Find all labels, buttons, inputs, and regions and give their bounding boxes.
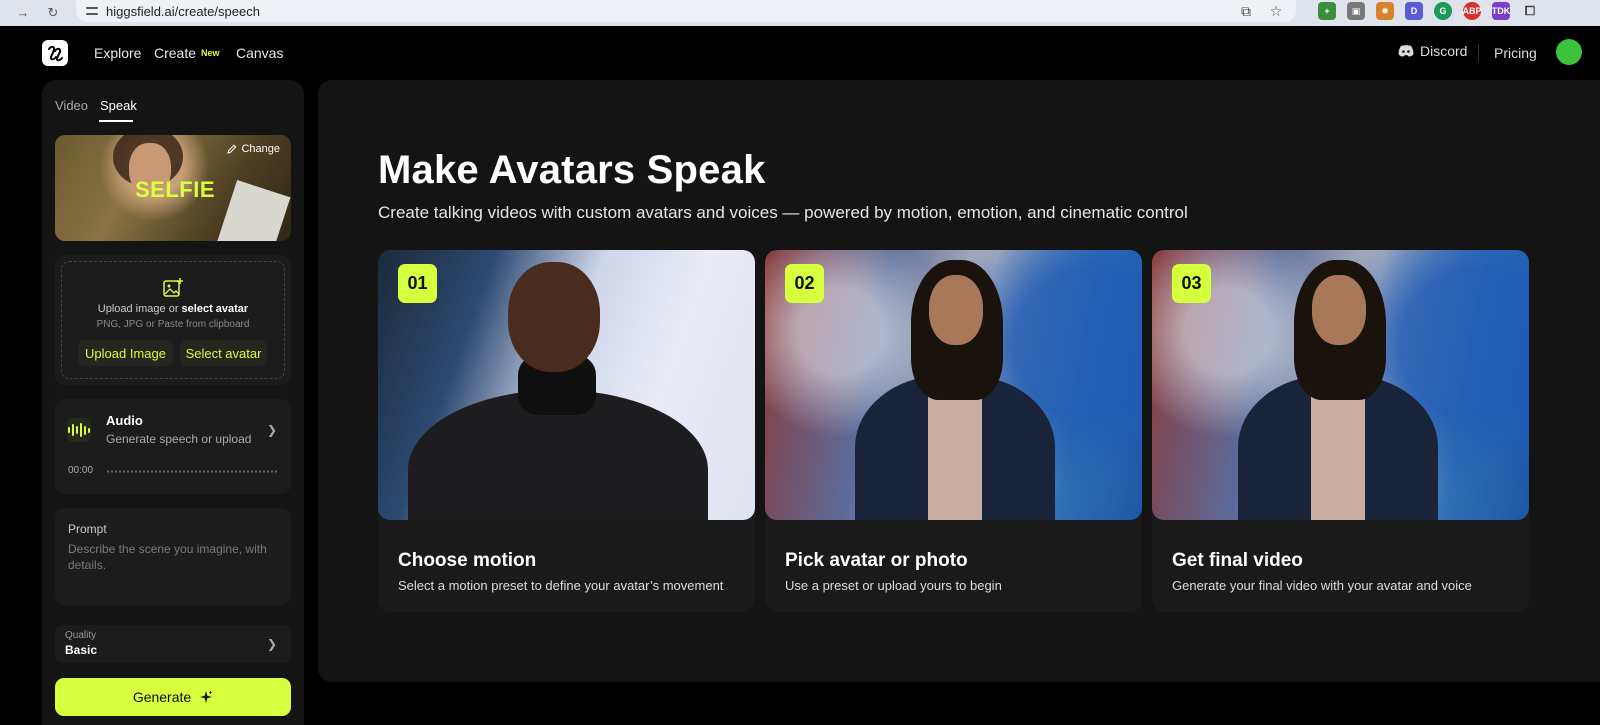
extension-gear-icon[interactable]: ✹ — [1376, 2, 1394, 20]
nav-pricing[interactable]: Pricing — [1494, 45, 1537, 61]
page-title: Make Avatars Speak — [378, 148, 766, 192]
prompt-input[interactable]: Prompt Describe the scene you imagine, w… — [55, 508, 291, 605]
url-text[interactable]: higgsfield.ai/create/speech — [106, 4, 260, 19]
nav-create[interactable]: Create — [154, 45, 196, 61]
chevron-right-icon[interactable]: ❯ — [267, 423, 277, 437]
step-card-final-video[interactable]: 03 Get final video Generate your final v… — [1152, 250, 1529, 612]
page-subtitle: Create talking videos with custom avatar… — [378, 203, 1188, 222]
nav-canvas[interactable]: Canvas — [236, 45, 283, 61]
quality-value: Basic — [65, 643, 98, 657]
extension-grammarly-icon[interactable]: G — [1434, 2, 1452, 20]
upload-dropzone[interactable]: Upload image or select avatar PNG, JPG o… — [55, 255, 291, 385]
discord-icon — [1398, 45, 1414, 57]
step-description: Use a preset or upload yours to begin — [785, 578, 1002, 593]
prompt-placeholder[interactable]: Describe the scene you imagine, with det… — [68, 541, 282, 573]
nav-divider — [1478, 44, 1479, 62]
upload-text: Upload image or — [97, 303, 182, 315]
browser-toolbar: → ↻ higgsfield.ai/create/speech ⧉ ☆ + ▣ … — [0, 0, 1600, 26]
step-title: Get final video — [1172, 550, 1303, 571]
step-description: Select a motion preset to define your av… — [398, 578, 724, 593]
forward-icon[interactable]: → — [16, 6, 30, 20]
step-title: Choose motion — [398, 550, 537, 571]
discord-label: Discord — [1420, 43, 1468, 59]
new-badge: New — [201, 48, 220, 58]
image-face — [1312, 275, 1366, 345]
add-image-icon — [163, 278, 183, 297]
select-avatar-button[interactable]: Select avatar — [180, 340, 267, 366]
reload-icon[interactable]: ↻ — [46, 6, 60, 20]
audio-wave-icon — [67, 418, 91, 442]
higgsfield-logo[interactable] — [42, 40, 68, 66]
prompt-label: Prompt — [68, 522, 107, 536]
pencil-icon — [227, 144, 237, 154]
change-selfie-button[interactable]: Change — [227, 143, 280, 155]
select-avatar-link[interactable]: select avatar — [182, 303, 249, 315]
site-settings-icon[interactable] — [84, 4, 100, 18]
extension-d-icon[interactable]: D — [1405, 2, 1423, 20]
chevron-right-icon: ❯ — [266, 637, 277, 651]
image-face — [929, 275, 983, 345]
sparkle-icon — [200, 690, 213, 703]
audio-title: Audio — [106, 413, 143, 428]
step-title: Pick avatar or photo — [785, 550, 968, 571]
step-number: 03 — [1172, 264, 1211, 303]
step-description: Generate your final video with your avat… — [1172, 578, 1472, 593]
step-card-choose-motion[interactable]: 01 Choose motion Select a motion preset … — [378, 250, 755, 612]
step-number: 01 — [398, 264, 437, 303]
selfie-preview[interactable]: SELFIE Change — [55, 135, 291, 241]
extension-adblock-icon[interactable]: ABP — [1463, 2, 1482, 20]
image-head — [508, 262, 600, 372]
generate-label: Generate — [132, 689, 192, 705]
quality-select[interactable]: Quality Basic ❯ — [55, 625, 291, 663]
audio-subtitle: Generate speech or upload — [106, 432, 252, 446]
step-number: 02 — [785, 264, 824, 303]
audio-time: 00:00 — [68, 465, 94, 476]
upload-formats: PNG, JPG or Paste from clipboard — [96, 319, 250, 330]
upload-image-button[interactable]: Upload Image — [78, 340, 173, 366]
discord-link[interactable]: Discord — [1398, 43, 1467, 59]
upload-instructions: Upload image or select avatar — [55, 303, 291, 315]
audio-card[interactable]: Audio Generate speech or upload ❯ 00:00 — [55, 399, 291, 494]
main-panel: Make Avatars Speak Create talking videos… — [318, 80, 1600, 682]
tab-speak[interactable]: Speak — [100, 98, 137, 113]
selfie-image-magazine — [215, 180, 291, 241]
tab-video[interactable]: Video — [55, 98, 88, 113]
extension-tdk-icon[interactable]: TDK — [1492, 2, 1510, 20]
extensions-bar: + ▣ ✹ D G ABP TDK ⧠ — [1318, 2, 1539, 20]
address-bar[interactable]: higgsfield.ai/create/speech ⧉ ☆ — [76, 0, 1296, 22]
audio-timeline[interactable] — [106, 470, 278, 473]
install-app-icon[interactable]: ⧉ — [1238, 3, 1254, 19]
bookmark-star-icon[interactable]: ☆ — [1268, 3, 1284, 19]
top-navigation: Explore Create New Canvas Discord Pricin… — [0, 26, 1600, 80]
extensions-puzzle-icon[interactable]: ⧠ — [1521, 2, 1539, 20]
quality-label: Quality — [65, 630, 97, 641]
generate-button[interactable]: Generate — [55, 678, 291, 716]
sidebar-panel: Video Speak SELFIE Change Upload image o… — [42, 80, 304, 725]
step-card-pick-avatar[interactable]: 02 Pick avatar or photo Use a preset or … — [765, 250, 1142, 612]
active-tab-indicator — [99, 120, 133, 122]
extension-plus-icon[interactable]: + — [1318, 2, 1336, 20]
selfie-label: SELFIE — [135, 177, 216, 202]
user-avatar[interactable] — [1556, 39, 1582, 65]
nav-explore[interactable]: Explore — [94, 45, 141, 61]
change-label: Change — [241, 143, 280, 155]
extension-cube-icon[interactable]: ▣ — [1347, 2, 1365, 20]
